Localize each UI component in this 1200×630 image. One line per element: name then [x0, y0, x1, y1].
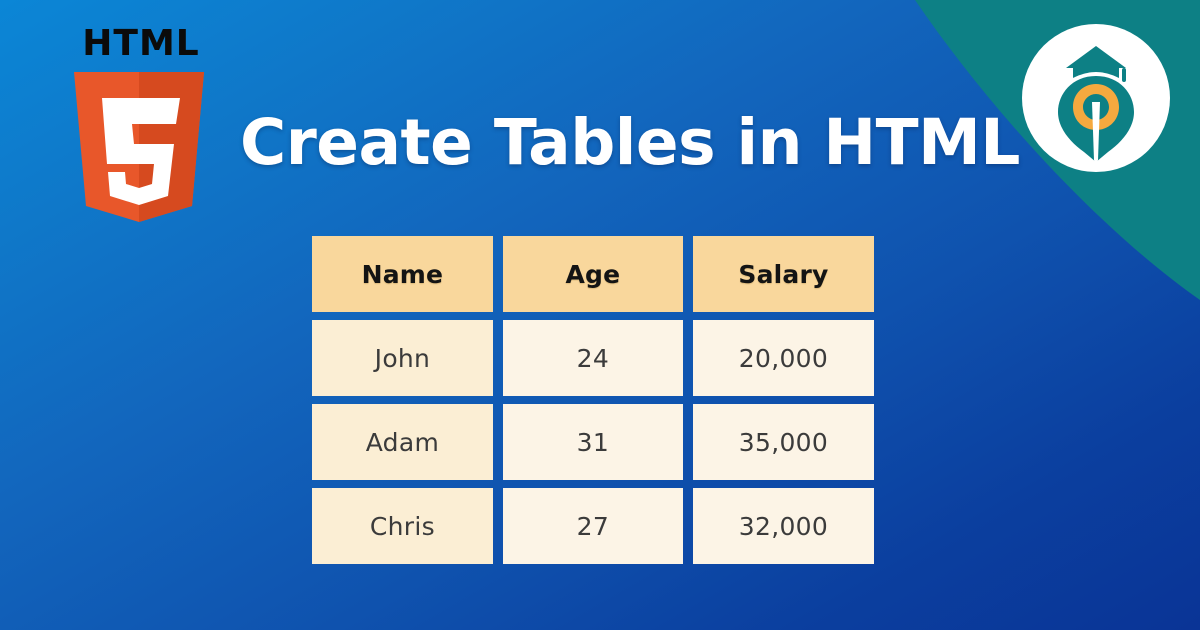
data-table: Name Age Salary John 24 20,000 Adam 31 3… [302, 228, 884, 572]
column-header-name: Name [312, 236, 493, 312]
column-header-salary: Salary [692, 236, 874, 312]
table-row: Adam 31 35,000 [312, 404, 874, 480]
cell-name: John [312, 320, 493, 396]
table-row: John 24 20,000 [312, 320, 874, 396]
cell-name: Chris [312, 488, 493, 564]
html5-logo: HTML [68, 23, 218, 222]
cell-name: Adam [312, 404, 493, 480]
cell-salary: 35,000 [692, 404, 874, 480]
table-header-row: Name Age Salary [312, 236, 874, 312]
cell-age: 24 [502, 320, 683, 396]
cell-salary: 32,000 [692, 488, 874, 564]
banner-canvas: HTML Create Tables in HTML Name Age Sala… [0, 0, 1200, 630]
cell-age: 27 [502, 488, 683, 564]
html5-shield-icon [68, 72, 210, 222]
table-row: Chris 27 32,000 [312, 488, 874, 564]
brand-logo [1022, 24, 1170, 172]
cell-age: 31 [502, 404, 683, 480]
html5-wordmark-text: HTML [82, 23, 200, 64]
page-title: Create Tables in HTML [240, 105, 1020, 179]
cell-salary: 20,000 [692, 320, 874, 396]
column-header-age: Age [502, 236, 683, 312]
